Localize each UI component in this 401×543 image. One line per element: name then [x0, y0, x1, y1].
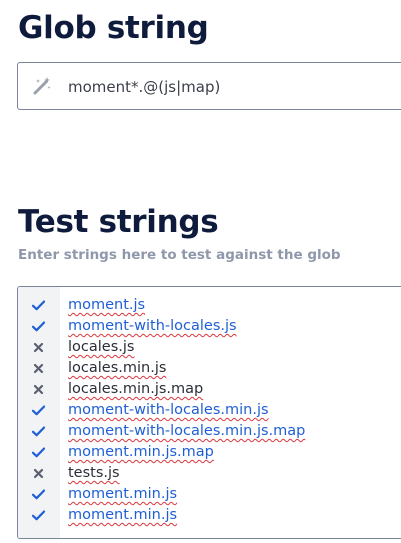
check-icon [31, 424, 46, 439]
test-string-text[interactable]: moment.min.js [68, 505, 177, 526]
test-string-text[interactable]: moment.min.js [68, 484, 177, 505]
check-icon [31, 445, 46, 460]
cross-icon [31, 361, 46, 376]
glob-tester-page: Glob string Test strings Enter strings h… [0, 0, 401, 543]
test-string-row[interactable]: moment.js [18, 295, 401, 316]
test-string-row[interactable]: locales.js [18, 337, 401, 358]
test-string-text[interactable]: locales.js [68, 337, 134, 358]
glob-string-heading: Glob string [18, 10, 209, 46]
test-string-text[interactable]: locales.min.js [68, 358, 166, 379]
test-string-text[interactable]: moment-with-locales.min.js.map [68, 421, 305, 442]
glob-string-input[interactable] [68, 76, 398, 98]
test-string-row[interactable]: moment.min.js [18, 484, 401, 505]
test-strings-list: moment.js moment-with-locales.js locales.j… [18, 295, 401, 526]
test-string-row[interactable]: moment.min.js.map [18, 442, 401, 463]
test-string-row[interactable]: moment-with-locales.js [18, 316, 401, 337]
glob-string-field[interactable] [17, 62, 401, 110]
check-icon [31, 403, 46, 418]
cross-icon [31, 466, 46, 481]
check-icon [31, 319, 46, 334]
check-icon [31, 487, 46, 502]
test-strings-subtitle: Enter strings here to test against the g… [18, 247, 341, 263]
test-string-row[interactable]: moment-with-locales.min.js.map [18, 421, 401, 442]
test-string-text[interactable]: locales.min.js.map [68, 379, 203, 400]
cross-icon [31, 382, 46, 397]
check-icon [31, 508, 46, 523]
test-string-text[interactable]: moment.min.js.map [68, 442, 214, 463]
test-strings-heading: Test strings [18, 204, 219, 240]
magic-wand-icon [32, 76, 52, 96]
test-string-row[interactable]: locales.min.js.map [18, 379, 401, 400]
test-string-row[interactable]: locales.min.js [18, 358, 401, 379]
test-strings-editor[interactable]: moment.js moment-with-locales.js locales.j… [17, 286, 401, 539]
cross-icon [31, 340, 46, 355]
test-string-row[interactable]: moment-with-locales.min.js [18, 400, 401, 421]
test-string-text[interactable]: moment-with-locales.js [68, 316, 237, 337]
test-string-text[interactable]: moment.js [68, 295, 145, 316]
test-string-text[interactable]: tests.js [68, 463, 120, 484]
test-string-row[interactable]: moment.min.js [18, 505, 401, 526]
test-string-text[interactable]: moment-with-locales.min.js [68, 400, 269, 421]
test-string-row[interactable]: tests.js [18, 463, 401, 484]
check-icon [31, 298, 46, 313]
